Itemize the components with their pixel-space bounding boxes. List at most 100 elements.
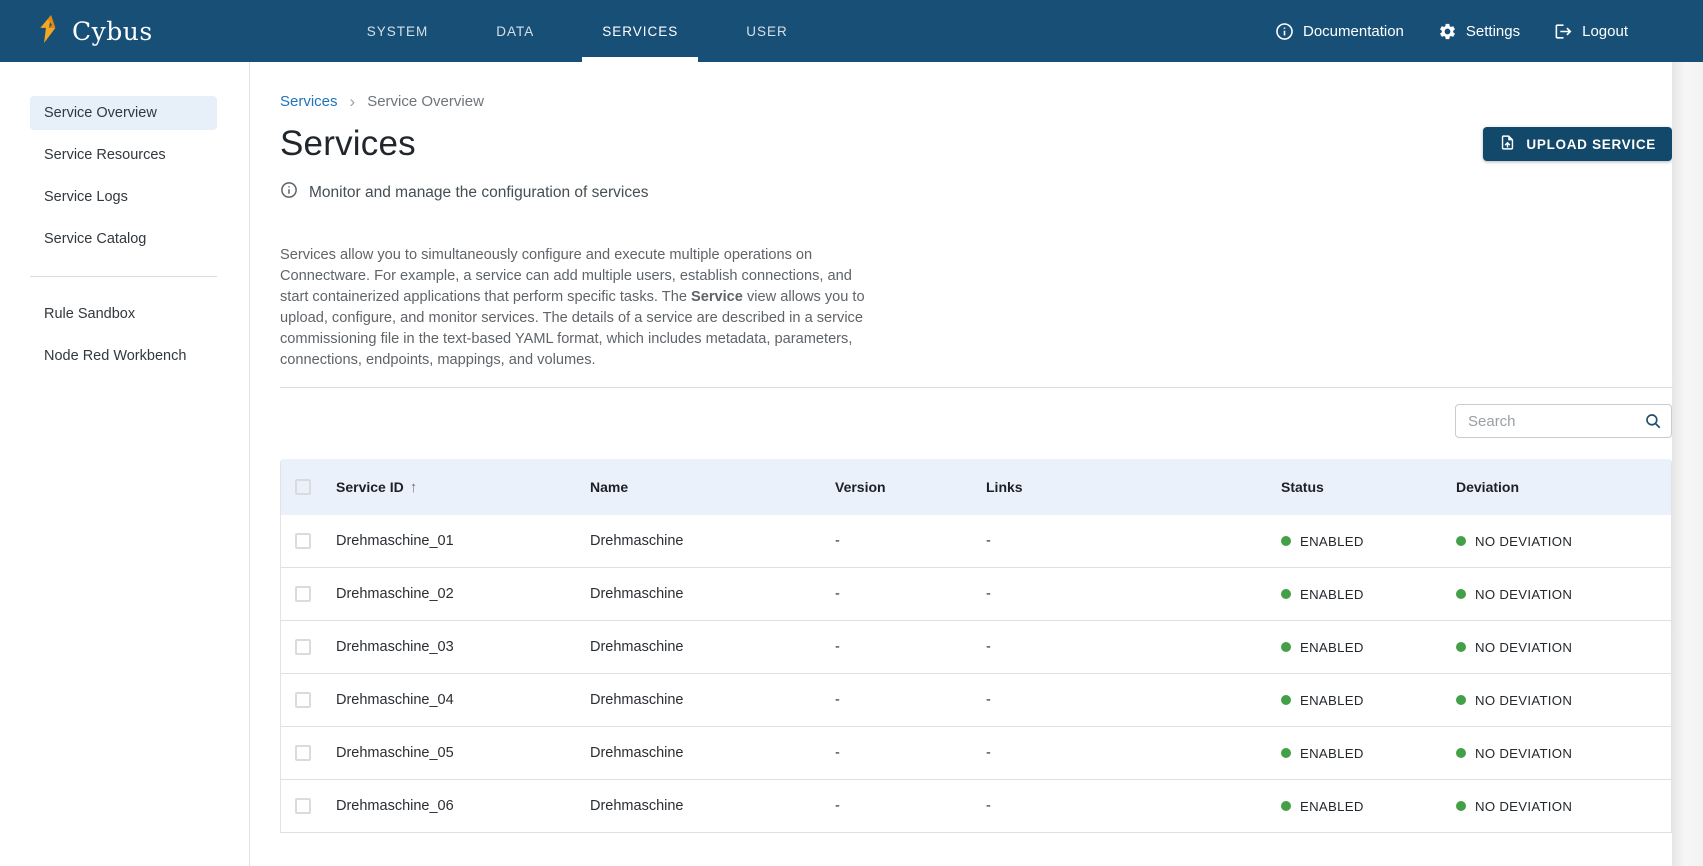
documentation-button[interactable]: Documentation: [1275, 22, 1404, 41]
deviation-dot-icon: [1456, 589, 1466, 599]
cell-status: ENABLED: [1266, 534, 1441, 549]
cell-status: ENABLED: [1266, 587, 1441, 602]
cell-version: -: [820, 586, 971, 602]
table-row[interactable]: Drehmaschine_04 Drehmaschine - - ENABLED…: [281, 674, 1671, 727]
logout-icon: [1554, 22, 1573, 41]
sidebar-item-service-catalog[interactable]: Service Catalog: [30, 222, 217, 256]
info-icon: [1275, 22, 1294, 41]
section-divider: [280, 387, 1672, 388]
cell-name: Drehmaschine: [575, 586, 820, 602]
search-icon[interactable]: [1644, 412, 1662, 435]
cell-status: ENABLED: [1266, 693, 1441, 708]
breadcrumb: Services › Service Overview: [280, 62, 1672, 110]
cell-links: -: [971, 745, 1266, 761]
cell-version: -: [820, 639, 971, 655]
status-dot-icon: [1281, 801, 1291, 811]
row-checkbox[interactable]: [295, 533, 311, 549]
breadcrumb-separator-icon: ›: [350, 93, 356, 110]
documentation-label: Documentation: [1303, 23, 1404, 40]
column-header-service-id[interactable]: Service ID ↑: [321, 479, 575, 496]
cell-version: -: [820, 798, 971, 814]
deviation-dot-icon: [1456, 536, 1466, 546]
sidebar-item-service-resources[interactable]: Service Resources: [30, 138, 217, 172]
row-checkbox[interactable]: [295, 798, 311, 814]
cell-service-id: Drehmaschine_02: [321, 586, 575, 602]
row-checkbox[interactable]: [295, 692, 311, 708]
row-checkbox[interactable]: [295, 639, 311, 655]
app-body: Service Overview Service Resources Servi…: [0, 62, 1703, 866]
cell-links: -: [971, 586, 1266, 602]
column-header-name[interactable]: Name: [575, 479, 820, 495]
logout-button[interactable]: Logout: [1554, 22, 1628, 41]
logout-label: Logout: [1582, 23, 1628, 40]
table-row[interactable]: Drehmaschine_05 Drehmaschine - - ENABLED…: [281, 727, 1671, 780]
cell-links: -: [971, 639, 1266, 655]
cell-name: Drehmaschine: [575, 639, 820, 655]
table-row[interactable]: Drehmaschine_06 Drehmaschine - - ENABLED…: [281, 780, 1671, 833]
cell-name: Drehmaschine: [575, 692, 820, 708]
tab-services[interactable]: SERVICES: [582, 0, 698, 62]
cell-service-id: Drehmaschine_01: [321, 533, 575, 549]
deviation-dot-icon: [1456, 801, 1466, 811]
status-dot-icon: [1281, 536, 1291, 546]
sidebar: Service Overview Service Resources Servi…: [0, 62, 250, 866]
settings-button[interactable]: Settings: [1438, 22, 1520, 41]
table-row[interactable]: Drehmaschine_01 Drehmaschine - - ENABLED…: [281, 515, 1671, 568]
search-row: [280, 404, 1672, 438]
row-checkbox[interactable]: [295, 745, 311, 761]
page-subtitle: Monitor and manage the configuration of …: [280, 181, 1672, 204]
services-table: Service ID ↑ Name Version Links Status D…: [280, 459, 1672, 833]
cell-links: -: [971, 798, 1266, 814]
cell-deviation: NO DEVIATION: [1441, 640, 1671, 655]
cell-name: Drehmaschine: [575, 798, 820, 814]
cell-deviation: NO DEVIATION: [1441, 799, 1671, 814]
cell-service-id: Drehmaschine_06: [321, 798, 575, 814]
sidebar-divider: [30, 276, 217, 277]
upload-file-icon: [1499, 134, 1516, 154]
info-icon: [280, 181, 298, 204]
cell-status: ENABLED: [1266, 746, 1441, 761]
breadcrumb-services-link[interactable]: Services: [280, 93, 338, 110]
search-input[interactable]: [1455, 404, 1672, 438]
table-row[interactable]: Drehmaschine_03 Drehmaschine - - ENABLED…: [281, 621, 1671, 674]
cell-deviation: NO DEVIATION: [1441, 587, 1671, 602]
cell-links: -: [971, 692, 1266, 708]
search-box: [1455, 404, 1672, 438]
column-header-deviation[interactable]: Deviation: [1441, 479, 1671, 495]
column-header-status[interactable]: Status: [1266, 479, 1441, 495]
cell-links: -: [971, 533, 1266, 549]
scroll-gutter: [1672, 62, 1703, 866]
cell-deviation: NO DEVIATION: [1441, 746, 1671, 761]
sidebar-item-rule-sandbox[interactable]: Rule Sandbox: [30, 297, 217, 331]
tab-data[interactable]: DATA: [476, 0, 554, 62]
row-checkbox[interactable]: [295, 586, 311, 602]
cell-version: -: [820, 745, 971, 761]
status-dot-icon: [1281, 642, 1291, 652]
cell-version: -: [820, 692, 971, 708]
table-row[interactable]: Drehmaschine_02 Drehmaschine - - ENABLED…: [281, 568, 1671, 621]
cell-service-id: Drehmaschine_05: [321, 745, 575, 761]
tab-user[interactable]: USER: [726, 0, 808, 62]
breadcrumb-current: Service Overview: [367, 93, 484, 110]
cell-status: ENABLED: [1266, 640, 1441, 655]
cell-version: -: [820, 533, 971, 549]
upload-service-label: UPLOAD SERVICE: [1526, 137, 1656, 152]
cybus-brand[interactable]: Cybus: [37, 15, 153, 48]
upload-service-button[interactable]: UPLOAD SERVICE: [1483, 127, 1672, 161]
navbar-actions: Documentation Settings Logout: [1275, 22, 1628, 41]
column-header-links[interactable]: Links: [971, 479, 1266, 495]
deviation-dot-icon: [1456, 748, 1466, 758]
brand-wordmark: Cybus: [72, 17, 153, 46]
select-all-checkbox[interactable]: [295, 479, 311, 495]
cybus-logo-icon: [37, 15, 63, 48]
status-dot-icon: [1281, 695, 1291, 705]
cell-service-id: Drehmaschine_03: [321, 639, 575, 655]
sidebar-item-service-logs[interactable]: Service Logs: [30, 180, 217, 214]
main-content: Services › Service Overview Services UPL…: [250, 62, 1703, 866]
sidebar-item-service-overview[interactable]: Service Overview: [30, 96, 217, 130]
sidebar-item-node-red-workbench[interactable]: Node Red Workbench: [30, 339, 217, 373]
column-header-version[interactable]: Version: [820, 479, 971, 495]
cell-status: ENABLED: [1266, 799, 1441, 814]
cell-deviation: NO DEVIATION: [1441, 693, 1671, 708]
tab-system[interactable]: SYSTEM: [347, 0, 449, 62]
